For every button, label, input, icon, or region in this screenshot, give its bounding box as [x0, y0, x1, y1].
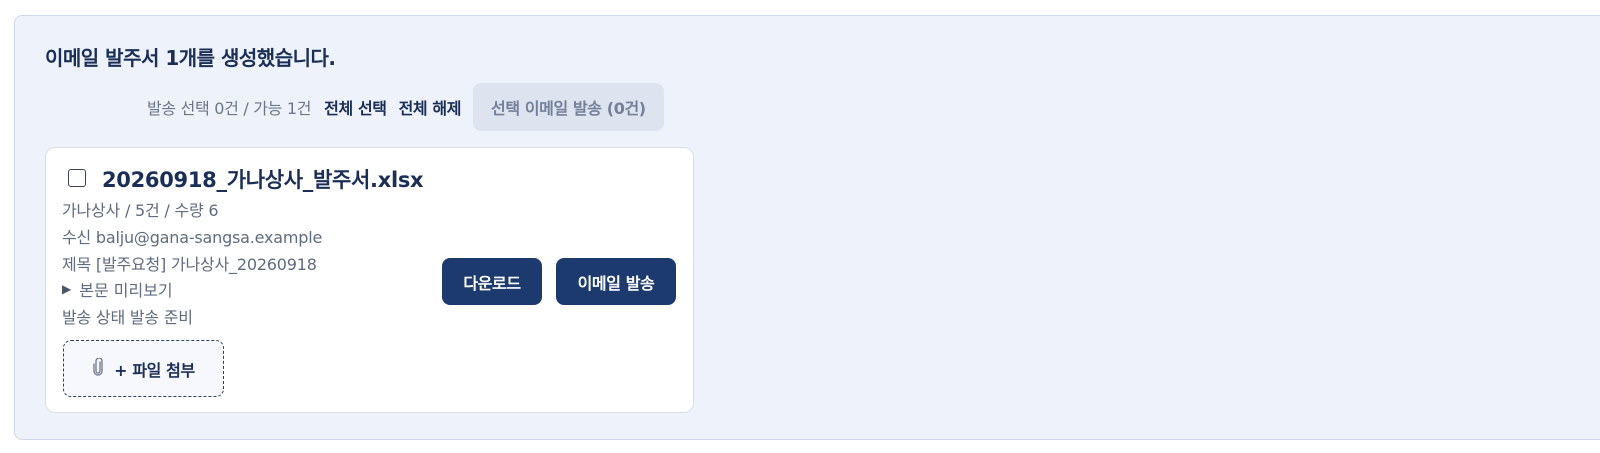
send-status: 발송 상태 발송 준비: [62, 308, 193, 327]
result-panel: 이메일 발주서 1개를 생성했습니다. 발송 선택 0건 / 가능 1건 전체 …: [14, 15, 1600, 440]
send-email-button[interactable]: 이메일 발송: [556, 258, 676, 305]
triangle-right-icon: ▶: [62, 282, 72, 296]
result-headline: 이메일 발주서 1개를 생성했습니다.: [45, 46, 336, 70]
file-name: 20260918_가나상사_발주서.xlsx: [102, 168, 424, 192]
deselect-all-button[interactable]: 전체 해제: [399, 95, 462, 119]
paperclip-icon: [92, 356, 104, 380]
body-preview-label: 본문 미리보기: [79, 281, 173, 300]
file-select-checkbox[interactable]: [68, 169, 86, 187]
recipient-email: 수신 balju@gana-sangsa.example: [62, 228, 323, 247]
body-preview-toggle[interactable]: ▶ 본문 미리보기: [62, 277, 173, 301]
select-all-button[interactable]: 전체 선택: [324, 95, 387, 119]
send-selected-button[interactable]: 선택 이메일 발송 (0건): [473, 83, 664, 131]
order-file-card: 20260918_가나상사_발주서.xlsx 가나상사 / 5건 / 수량 6 …: [45, 147, 694, 413]
selection-toolbar: 발송 선택 0건 / 가능 1건 전체 선택 전체 해제 선택 이메일 발송 (…: [147, 83, 664, 131]
selection-counter: 발송 선택 0건 / 가능 1건: [147, 99, 312, 118]
attach-file-button[interactable]: + 파일 첨부: [63, 340, 224, 397]
attach-file-label: + 파일 첨부: [114, 360, 195, 380]
download-button[interactable]: 다운로드: [442, 258, 542, 305]
order-summary: 가나상사 / 5건 / 수량 6: [62, 201, 219, 220]
email-subject: 제목 [발주요청] 가나상사_20260918: [62, 255, 317, 274]
